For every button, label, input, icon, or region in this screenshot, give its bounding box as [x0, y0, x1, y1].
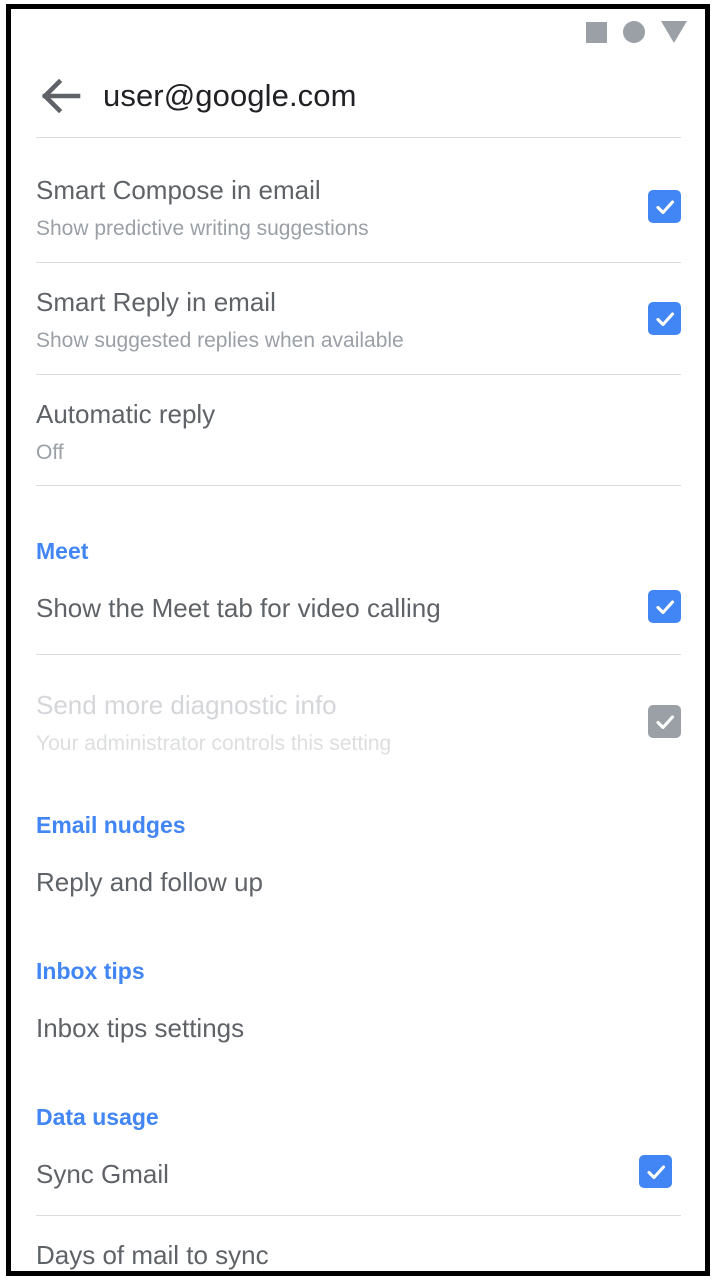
list-item-title: Sync Gmail — [36, 1159, 169, 1189]
list-item-days-of-mail-to-sync[interactable]: Days of mail to sync — [11, 1242, 705, 1268]
list-item-text: Reply and follow up — [36, 869, 681, 895]
list-item-subtitle: Your administrator controls this setting — [36, 732, 392, 755]
list-item-text: Send more diagnostic info Your administr… — [36, 692, 648, 754]
list-item-title: Automatic reply — [36, 399, 216, 429]
list-item-text: Sync Gmail — [36, 1161, 639, 1187]
list-item-text: Smart Reply in email Show suggested repl… — [36, 289, 648, 351]
screen: user@google.com Smart Compose in email S… — [11, 9, 705, 1271]
arrow-back-icon — [42, 79, 81, 113]
list-item-title: Smart Compose in email — [36, 175, 321, 205]
check-icon — [655, 199, 674, 214]
list-item-reply-follow-up[interactable]: Reply and follow up — [11, 869, 705, 895]
list-item-text: Smart Compose in email Show predictive w… — [36, 177, 648, 239]
checkbox-meet-tab[interactable] — [648, 590, 681, 623]
checkbox-sync-gmail[interactable] — [639, 1155, 672, 1188]
list-item-subtitle: Off — [36, 441, 64, 464]
divider — [36, 262, 681, 263]
divider — [36, 1215, 681, 1216]
divider — [36, 137, 681, 138]
checkbox-smart-reply[interactable] — [648, 302, 681, 335]
circle-icon — [623, 21, 645, 43]
section-header-email-nudges: Email nudges — [36, 812, 186, 838]
list-item-subtitle: Show suggested replies when available — [36, 329, 404, 352]
list-item-inbox-tips-settings[interactable]: Inbox tips settings — [11, 1015, 705, 1041]
section-header-meet: Meet — [36, 538, 89, 564]
list-item-diagnostic-info: Send more diagnostic info Your administr… — [11, 692, 705, 754]
list-item-title: Show the Meet tab for video calling — [36, 593, 441, 623]
list-item-smart-compose[interactable]: Smart Compose in email Show predictive w… — [11, 177, 705, 239]
list-item-text: Days of mail to sync — [36, 1242, 681, 1268]
list-item-text: Automatic reply Off — [36, 401, 681, 463]
list-item-meet-tab[interactable]: Show the Meet tab for video calling — [11, 590, 705, 623]
settings-list: Smart Compose in email Show predictive w… — [11, 137, 705, 1271]
list-item-title: Inbox tips settings — [36, 1013, 245, 1043]
device-frame: user@google.com Smart Compose in email S… — [6, 4, 710, 1276]
list-item-smart-reply[interactable]: Smart Reply in email Show suggested repl… — [11, 289, 705, 351]
list-item-title: Smart Reply in email — [36, 287, 276, 317]
list-item-sync-gmail[interactable]: Sync Gmail — [11, 1155, 705, 1188]
check-icon — [655, 714, 674, 729]
check-icon — [655, 599, 674, 614]
square-icon — [586, 21, 607, 43]
section-header-inbox-tips: Inbox tips — [36, 958, 145, 984]
list-item-subtitle: Show predictive writing suggestions — [36, 217, 369, 240]
divider — [36, 485, 681, 486]
section-header-data-usage: Data usage — [36, 1104, 159, 1130]
check-icon — [646, 1164, 665, 1179]
check-icon — [655, 311, 674, 326]
back-button[interactable] — [33, 67, 91, 125]
list-item-text: Show the Meet tab for video calling — [36, 595, 648, 621]
checkbox-diagnostic-info — [648, 705, 681, 738]
list-item-text: Inbox tips settings — [36, 1015, 681, 1041]
status-bar — [586, 9, 705, 55]
checkbox-smart-compose[interactable] — [648, 190, 681, 223]
app-bar: user@google.com — [11, 55, 705, 137]
list-item-title: Reply and follow up — [36, 867, 263, 897]
list-item-automatic-reply[interactable]: Automatic reply Off — [11, 401, 705, 463]
triangle-down-icon — [661, 21, 687, 43]
divider — [36, 654, 681, 655]
divider — [36, 374, 681, 375]
list-item-title: Days of mail to sync — [36, 1240, 269, 1270]
list-item-title: Send more diagnostic info — [36, 690, 337, 720]
page-title: user@google.com — [103, 78, 357, 113]
